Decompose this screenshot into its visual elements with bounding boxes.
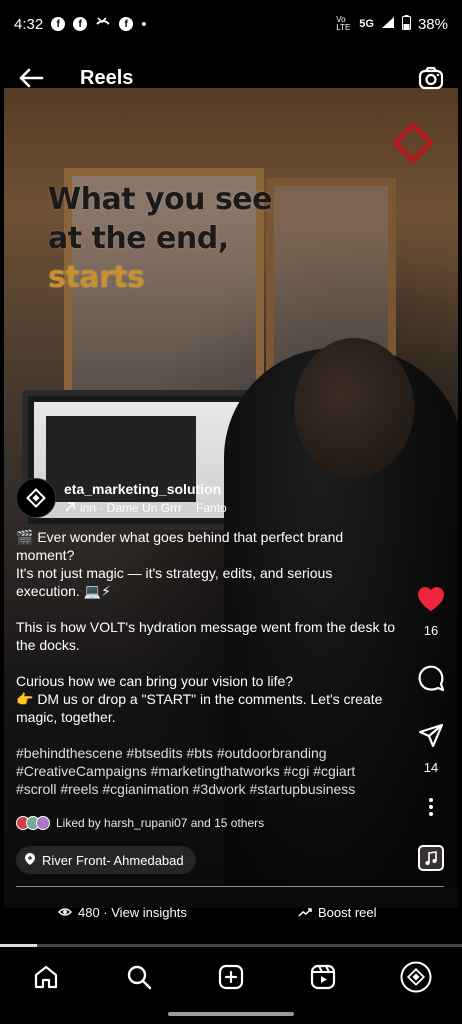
page-title: Reels (80, 66, 134, 89)
reels-icon[interactable] (307, 961, 339, 993)
battery-icon (401, 15, 411, 33)
home-icon[interactable] (30, 961, 62, 993)
back-arrow-icon[interactable] (16, 63, 46, 93)
caption-hashtags[interactable]: #behindthescene #btsedits #bts #outdoorb… (16, 744, 396, 798)
network-type: 5G (359, 18, 374, 30)
facebook-icon: f (73, 17, 88, 31)
status-bar: 4:32 f f f • Vo LTE 5G 38% (0, 0, 462, 48)
comment-icon[interactable] (417, 664, 445, 697)
camera-icon[interactable] (416, 63, 446, 93)
heart-icon[interactable] (417, 586, 445, 617)
missed-call-icon (95, 15, 111, 33)
facebook-icon: f (119, 17, 134, 31)
caption-text: 👉 DM us or drop a "START" in the comment… (16, 691, 383, 725)
video-scene-person-head (294, 338, 414, 478)
volte-icon: Vo LTE (336, 15, 351, 32)
search-icon[interactable] (123, 961, 155, 993)
reel-actions: 16 14 (416, 586, 446, 871)
author-username[interactable]: eta_marketing_solution (64, 481, 227, 497)
liked-by-text: Liked by harsh_rupani07 and 15 others (56, 816, 265, 830)
status-right: Vo LTE 5G 38% (336, 15, 448, 33)
video-progress-bar[interactable] (0, 944, 462, 947)
audio-thumbnail-icon[interactable] (418, 845, 444, 871)
reel-caption[interactable]: 🎬 Ever wonder what goes behind that perf… (16, 528, 396, 816)
more-notifications-icon: • (141, 15, 147, 33)
caption-text: 🎬 Ever wonder what goes behind that perf… (16, 529, 344, 563)
audio-name: inn · Dame Un Grrr (80, 501, 183, 515)
caption-text: It's not just magic — it's strategy, edi… (16, 565, 333, 599)
signal-icon (381, 16, 395, 32)
create-icon[interactable] (215, 961, 247, 993)
facebook-icon: f (51, 17, 66, 31)
caption-text: This is how VOLT's hydration message wen… (16, 619, 396, 653)
gesture-bar (168, 1012, 294, 1016)
more-options-icon[interactable] (428, 797, 434, 817)
overlay-line: at the end, (48, 221, 229, 256)
like-action[interactable]: 16 (417, 586, 445, 638)
audio-name-extra: Fanto (196, 501, 227, 515)
brand-logo-mark (391, 121, 435, 165)
caption-text: Curious how we can bring your vision to … (16, 673, 294, 689)
location-text: River Front- Ahmedabad (42, 852, 184, 868)
location-chip[interactable]: River Front- Ahmedabad (16, 846, 196, 874)
boost-reel-button[interactable]: Boost reel (298, 898, 377, 926)
view-insights-button[interactable]: 480 · View insights (58, 898, 187, 926)
share-count: 14 (423, 760, 439, 775)
status-left: 4:32 f f f • (14, 15, 146, 33)
overlay-line: starts (48, 260, 145, 295)
video-progress-fill (0, 944, 37, 947)
trending-up-icon (298, 905, 312, 920)
send-icon[interactable] (418, 723, 444, 754)
boost-label: Boost reel (318, 904, 377, 920)
insights-row: 480 · View insights Boost reel (0, 898, 462, 926)
liked-avatars (16, 816, 50, 830)
profile-avatar-icon[interactable] (400, 961, 432, 993)
video-overlay-text: What you see at the end, starts (48, 180, 273, 297)
trending-arrow-icon (64, 501, 76, 516)
like-count: 16 (423, 623, 439, 638)
battery-percent: 38% (417, 15, 448, 33)
location-pin-icon (24, 852, 36, 869)
insights-label: 480 · View insights (78, 904, 187, 920)
audio-track[interactable]: inn · Dame Un Grrr Fanto (64, 501, 227, 516)
top-bar: Reels (0, 56, 462, 100)
comment-action[interactable] (417, 664, 445, 697)
reel-author[interactable]: eta_marketing_solution inn · Dame Un Grr… (16, 478, 227, 518)
status-time: 4:32 (14, 15, 44, 33)
bottom-nav (0, 948, 462, 1006)
overlay-line: What you see (48, 182, 273, 217)
eye-icon (58, 905, 72, 920)
liked-by[interactable]: Liked by harsh_rupani07 and 15 others (16, 816, 264, 830)
share-action[interactable]: 14 (418, 723, 444, 775)
avatar[interactable] (16, 478, 56, 518)
divider (16, 886, 444, 887)
